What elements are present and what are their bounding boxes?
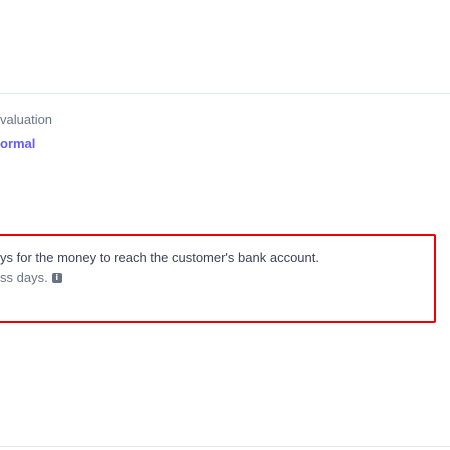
section-divider-bottom bbox=[0, 446, 450, 447]
highlight-box bbox=[0, 234, 436, 323]
business-days-text: ss days. bbox=[0, 270, 48, 285]
business-days-note: ss days. i bbox=[0, 270, 62, 285]
info-icon[interactable]: i bbox=[51, 272, 62, 283]
payout-description: ys for the money to reach the customer's… bbox=[0, 250, 319, 265]
section-divider-top bbox=[0, 93, 450, 94]
evaluation-value-link[interactable]: ormal bbox=[0, 136, 35, 151]
page: valuation ormal ys for the money to reac… bbox=[0, 0, 450, 450]
evaluation-label: valuation bbox=[0, 112, 53, 127]
